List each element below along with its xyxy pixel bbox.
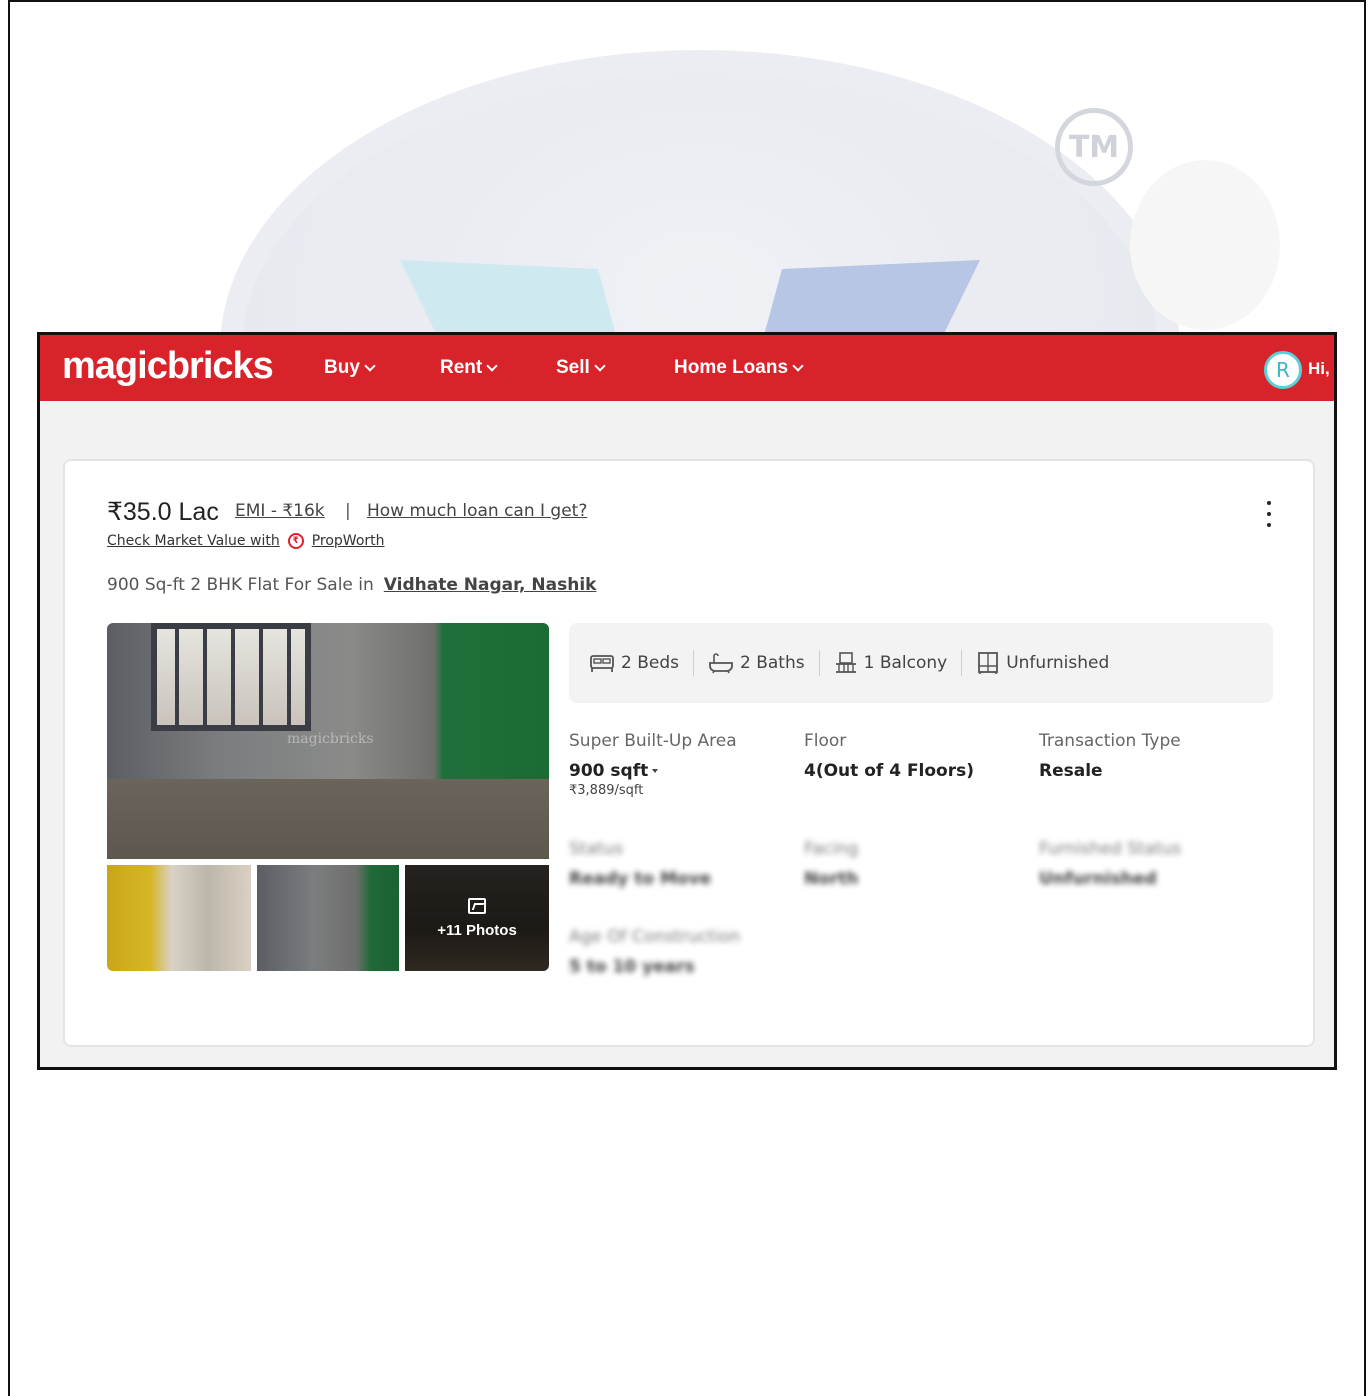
nav-home-loans-label: Home Loans — [674, 357, 789, 378]
amenity-furnishing: Unfurnished — [976, 651, 1109, 675]
listing-card[interactable]: ₹35.0 Lac EMI - ₹16k | How much loan can… — [63, 459, 1315, 1047]
fact-label: Super Built-Up Area — [569, 731, 737, 751]
gallery-icon — [468, 897, 486, 914]
fact-floor: Floor 4(Out of 4 Floors) — [804, 731, 974, 781]
amenity-beds: 2 Beds — [589, 652, 679, 674]
fact-label: Floor — [804, 731, 847, 751]
fact-price-per-sqft: ₹3,889/sqft — [569, 783, 644, 798]
nav-home-loans[interactable]: Home Loans — [674, 357, 804, 379]
amenity-balcony: 1 Balcony — [834, 651, 948, 675]
nav-buy-label: Buy — [324, 357, 360, 378]
fact-transaction-type: Transaction Type Resale — [1039, 731, 1181, 781]
amenity-divider — [818, 650, 820, 676]
listing-location-link[interactable]: Vidhate Nagar, Nashik — [384, 575, 597, 595]
nav-rent-label: Rent — [440, 357, 483, 378]
fact-facing: Facing North — [804, 839, 859, 889]
photo-floor — [107, 779, 549, 859]
user-avatar[interactable]: R — [1264, 351, 1302, 389]
background-watermark — [210, 40, 1190, 340]
top-navbar: magicbricks Buy Rent Sell Home Loans R H… — [40, 335, 1334, 401]
nav-sell[interactable]: Sell — [556, 357, 606, 379]
fact-value: North — [804, 869, 859, 889]
main-property-photo[interactable]: magicbricks — [107, 623, 549, 859]
fact-value: Resale — [1039, 761, 1103, 781]
amenity-baths: 2 Baths — [708, 652, 805, 674]
more-photos-label: +11 Photos — [437, 921, 517, 939]
chevron-down-icon — [364, 360, 376, 372]
amenity-baths-label: 2 Baths — [740, 653, 805, 673]
chevron-down-icon — [486, 360, 498, 372]
watermark-blob — [1130, 160, 1280, 330]
more-options-icon[interactable] — [1261, 501, 1277, 527]
photo-watermark: magicbricks — [287, 731, 374, 747]
fact-label: Facing — [804, 839, 859, 859]
globe-graphic — [220, 50, 1180, 340]
bath-icon — [709, 653, 733, 674]
propworth-icon: ₹ — [287, 533, 304, 549]
listing-title: 900 Sq-ft 2 BHK Flat For Sale in — [107, 575, 374, 595]
listing-title-row: 900 Sq-ft 2 BHK Flat For Sale in Vidhate… — [107, 575, 596, 595]
fact-label: Transaction Type — [1039, 731, 1181, 751]
nav-sell-label: Sell — [556, 357, 590, 378]
trademark-badge: TM — [1055, 108, 1133, 186]
wardrobe-icon — [978, 652, 999, 674]
bed-icon — [590, 655, 614, 672]
emi-link[interactable]: EMI - ₹16k — [235, 501, 325, 521]
amenity-divider — [961, 650, 963, 676]
more-photos-overlay: +11 Photos — [405, 865, 549, 971]
amenity-balcony-label: 1 Balcony — [863, 653, 948, 673]
fact-status: Status Ready to Move — [569, 839, 711, 889]
nav-rent[interactable]: Rent — [440, 357, 498, 379]
amenity-divider — [693, 650, 694, 676]
fact-value: 4(Out of 4 Floors) — [804, 761, 975, 781]
market-value-link[interactable]: Check Market Value with — [107, 533, 280, 549]
fact-value[interactable]: 900 sqft — [569, 761, 737, 781]
balcony-icon — [835, 652, 856, 673]
magicbricks-logo[interactable]: magicbricks — [62, 345, 274, 388]
fact-value: 5 to 10 years — [569, 957, 695, 977]
fact-value: Unfurnished — [1039, 869, 1157, 889]
chevron-down-icon — [792, 360, 804, 372]
photo-window-bars — [151, 623, 311, 731]
fact-age-of-construction: Age Of Construction 5 to 10 years — [569, 927, 740, 977]
fact-label: Status — [569, 839, 624, 859]
user-greeting[interactable]: Hi, — [1308, 359, 1330, 379]
photo-thumbnail-2[interactable] — [257, 865, 399, 971]
loan-eligibility-link[interactable]: How much loan can I get? — [367, 501, 587, 521]
magicbricks-screenshot: magicbricks Buy Rent Sell Home Loans R H… — [37, 332, 1337, 1070]
chevron-down-icon — [594, 360, 606, 372]
fact-label: Furnished Status — [1039, 839, 1182, 859]
fact-label: Age Of Construction — [569, 927, 741, 947]
divider: | — [345, 501, 351, 521]
market-value-row[interactable]: Check Market Value with ₹ PropWorth — [107, 533, 385, 549]
photo-thumbnail-1[interactable] — [107, 865, 251, 971]
amenity-beds-label: 2 Beds — [621, 653, 679, 673]
amenity-furnishing-label: Unfurnished — [1006, 653, 1110, 673]
more-photos-thumbnail[interactable]: +11 Photos — [405, 865, 549, 971]
caret-down-icon — [652, 769, 659, 773]
fact-furnished-status: Furnished Status Unfurnished — [1039, 839, 1181, 889]
amenities-bar: 2 Beds 2 Baths 1 Balcony Unfurnished — [569, 623, 1273, 703]
fact-super-area: Super Built-Up Area 900 sqft ₹3,889/sqft — [569, 731, 737, 798]
nav-buy[interactable]: Buy — [324, 357, 376, 379]
listing-price: ₹35.0 Lac — [107, 498, 219, 526]
fact-value: Ready to Move — [569, 869, 712, 889]
propworth-link[interactable]: PropWorth — [312, 533, 385, 549]
